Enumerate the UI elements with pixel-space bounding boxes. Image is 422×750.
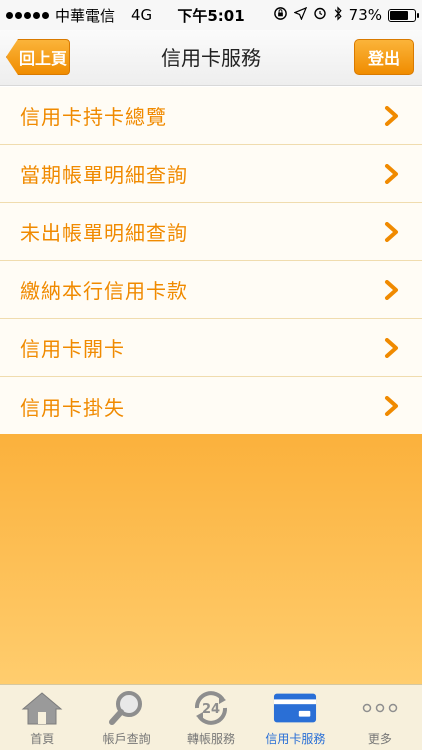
signal-strength-icon	[6, 11, 49, 19]
menu-item-pay-card-bill[interactable]: 繳納本行信用卡款	[0, 261, 422, 319]
battery-icon	[388, 8, 419, 22]
tab-label: 轉帳服務	[187, 732, 236, 746]
menu-item-label: 信用卡持卡總覽	[20, 105, 167, 129]
menu-item-label: 信用卡開卡	[20, 337, 125, 361]
content-background	[0, 434, 422, 684]
status-right: 73%	[273, 5, 419, 25]
status-bar: 中華電信 4G 下午5:01 73%	[0, 0, 422, 30]
credit-card-icon	[273, 688, 317, 728]
transfer-24-icon: 24	[189, 688, 233, 728]
menu-item-label: 信用卡掛失	[20, 395, 125, 420]
magnifier-icon	[105, 688, 149, 728]
menu-item-card-overview[interactable]: 信用卡持卡總覽	[0, 87, 422, 145]
navigation-bar: 信用卡服務 回上頁 登出	[0, 30, 422, 86]
menu-item-label: 繳納本行信用卡款	[20, 279, 188, 303]
bluetooth-icon	[333, 5, 343, 25]
status-left: 中華電信 4G	[6, 5, 152, 26]
rotation-lock-icon	[273, 6, 288, 25]
network-type: 4G	[131, 6, 153, 24]
chevron-right-icon	[385, 105, 398, 126]
tab-label: 更多	[367, 732, 392, 746]
status-time: 下午5:01	[177, 6, 245, 25]
tab-transfer[interactable]: 24 轉帳服務	[169, 685, 253, 750]
tab-more[interactable]: 更多	[338, 685, 422, 750]
svg-text:24: 24	[202, 702, 220, 717]
chevron-right-icon	[385, 337, 398, 358]
battery-percent: 73%	[348, 6, 382, 24]
chevron-right-icon	[385, 396, 398, 416]
tab-bar: 首頁 帳戶查詢 24 轉帳服務 信用卡服務 更多	[0, 684, 422, 750]
credit-card-menu: 信用卡持卡總覽 當期帳單明細查詢 未出帳單明細查詢 繳納本行信用卡款 信用卡開卡…	[0, 87, 422, 436]
menu-item-label: 未出帳單明細查詢	[20, 221, 188, 245]
menu-item-report-lost[interactable]: 信用卡掛失	[0, 377, 422, 435]
tab-credit-card[interactable]: 信用卡服務	[253, 685, 337, 750]
menu-item-label: 當期帳單明細查詢	[20, 163, 188, 187]
menu-item-card-activation[interactable]: 信用卡開卡	[0, 319, 422, 377]
chevron-right-icon	[385, 163, 398, 184]
menu-item-current-statement[interactable]: 當期帳單明細查詢	[0, 145, 422, 203]
location-icon	[292, 6, 307, 24]
chevron-right-icon	[385, 221, 398, 242]
tab-home[interactable]: 首頁	[0, 685, 84, 750]
battery-fill	[390, 10, 408, 20]
tab-account-inquiry[interactable]: 帳戶查詢	[84, 685, 168, 750]
back-button[interactable]: 回上頁	[6, 39, 70, 75]
alarm-icon	[313, 6, 327, 24]
carrier-name: 中華電信	[55, 6, 116, 25]
logout-button[interactable]: 登出	[354, 39, 414, 75]
more-dots-icon	[358, 688, 402, 728]
chevron-right-icon	[385, 279, 398, 300]
menu-item-unbilled-details[interactable]: 未出帳單明細查詢	[0, 203, 422, 261]
tab-label: 帳戶查詢	[102, 732, 151, 746]
tab-label: 信用卡服務	[265, 732, 326, 746]
home-icon	[20, 688, 64, 728]
tab-label: 首頁	[30, 732, 55, 746]
